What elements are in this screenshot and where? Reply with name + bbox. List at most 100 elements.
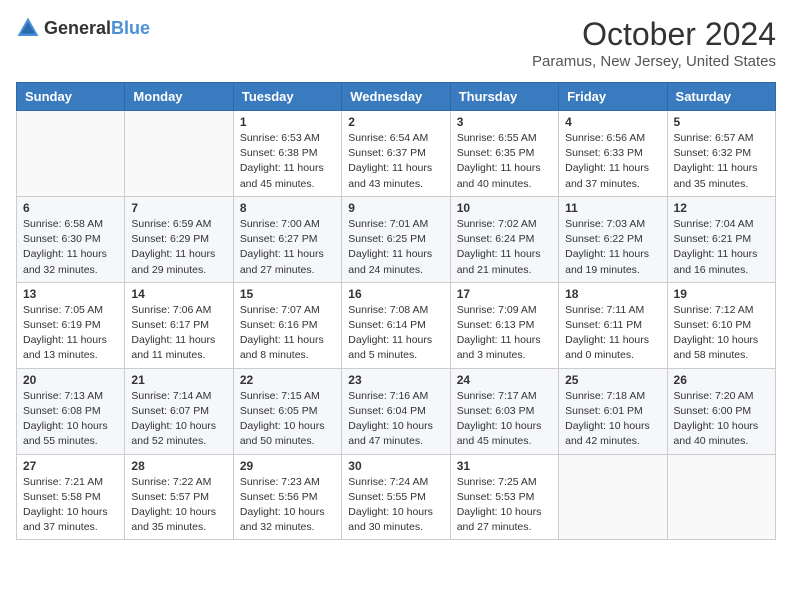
day-number: 28	[131, 459, 226, 473]
day-content: Sunrise: 6:53 AM Sunset: 6:38 PM Dayligh…	[240, 131, 335, 192]
day-number: 11	[565, 201, 660, 215]
day-content: Sunrise: 7:07 AM Sunset: 6:16 PM Dayligh…	[240, 303, 335, 364]
calendar-cell: 14Sunrise: 7:06 AM Sunset: 6:17 PM Dayli…	[125, 282, 233, 368]
day-content: Sunrise: 7:05 AM Sunset: 6:19 PM Dayligh…	[23, 303, 118, 364]
calendar-cell: 22 Sunrise: 7:15 AM Sunset: 6:05 PM Dayli…	[233, 368, 341, 454]
day-number: 18	[565, 287, 660, 301]
day-number: 9	[348, 201, 443, 215]
day-content: Sunrise: 7:17 AM Sunset: 6:03 PM Dayligh…	[457, 389, 552, 450]
calendar-cell: 21 Sunrise: 7:14 AM Sunset: 6:07 PM Dayli…	[125, 368, 233, 454]
logo-icon	[16, 16, 40, 40]
weekday-header-tuesday: Tuesday	[233, 83, 341, 111]
day-number: 23	[348, 373, 443, 387]
day-number: 14	[131, 287, 226, 301]
calendar-cell: 15 Sunrise: 7:07 AM Sunset: 6:16 PM Dayli…	[233, 282, 341, 368]
calendar-cell: 20 Sunrise: 7:13 AM Sunset: 6:08 PM Dayli…	[17, 368, 125, 454]
day-number: 1	[240, 115, 335, 129]
day-number: 12	[674, 201, 769, 215]
calendar-cell: 19Sunrise: 7:12 AM Sunset: 6:10 PM Dayli…	[667, 282, 775, 368]
day-content: Sunrise: 6:57 AM Sunset: 6:32 PM Dayligh…	[674, 131, 769, 192]
title-block: October 2024 Paramus, New Jersey, United…	[532, 16, 776, 70]
day-number: 27	[23, 459, 118, 473]
day-content: Sunrise: 6:59 AM Sunset: 6:29 PM Dayligh…	[131, 217, 226, 278]
day-content: Sunrise: 7:15 AM Sunset: 6:05 PM Dayligh…	[240, 389, 335, 450]
day-content: Sunrise: 7:25 AM Sunset: 5:53 PM Dayligh…	[457, 475, 552, 536]
calendar-cell: 3 Sunrise: 6:55 AM Sunset: 6:35 PM Daylig…	[450, 111, 558, 197]
calendar-cell: 8Sunrise: 7:00 AM Sunset: 6:27 PM Daylig…	[233, 196, 341, 282]
day-number: 30	[348, 459, 443, 473]
calendar-cell: 12Sunrise: 7:04 AM Sunset: 6:21 PM Dayli…	[667, 196, 775, 282]
weekday-header-wednesday: Wednesday	[342, 83, 450, 111]
day-content: Sunrise: 6:54 AM Sunset: 6:37 PM Dayligh…	[348, 131, 443, 192]
month-title: October 2024	[532, 16, 776, 53]
calendar-cell: 5 Sunrise: 6:57 AM Sunset: 6:32 PM Daylig…	[667, 111, 775, 197]
day-content: Sunrise: 6:55 AM Sunset: 6:35 PM Dayligh…	[457, 131, 552, 192]
calendar-cell: 27 Sunrise: 7:21 AM Sunset: 5:58 PM Dayli…	[17, 454, 125, 540]
calendar-cell: 26 Sunrise: 7:20 AM Sunset: 6:00 PM Dayli…	[667, 368, 775, 454]
calendar-cell: 16Sunrise: 7:08 AM Sunset: 6:14 PM Dayli…	[342, 282, 450, 368]
calendar-cell	[559, 454, 667, 540]
calendar-cell: 18 Sunrise: 7:11 AM Sunset: 6:11 PM Dayli…	[559, 282, 667, 368]
day-number: 13	[23, 287, 118, 301]
calendar-cell: 9 Sunrise: 7:01 AM Sunset: 6:25 PM Daylig…	[342, 196, 450, 282]
calendar-cell: 6 Sunrise: 6:58 AM Sunset: 6:30 PM Daylig…	[17, 196, 125, 282]
calendar-cell	[17, 111, 125, 197]
day-content: Sunrise: 7:24 AM Sunset: 5:55 PM Dayligh…	[348, 475, 443, 536]
day-content: Sunrise: 6:58 AM Sunset: 6:30 PM Dayligh…	[23, 217, 118, 278]
calendar-cell: 17 Sunrise: 7:09 AM Sunset: 6:13 PM Dayli…	[450, 282, 558, 368]
day-number: 10	[457, 201, 552, 215]
day-content: Sunrise: 7:22 AM Sunset: 5:57 PM Dayligh…	[131, 475, 226, 536]
day-number: 6	[23, 201, 118, 215]
weekday-header-row: SundayMondayTuesdayWednesdayThursdayFrid…	[17, 83, 776, 111]
day-content: Sunrise: 7:20 AM Sunset: 6:00 PM Dayligh…	[674, 389, 769, 450]
logo-general: General	[44, 18, 111, 38]
day-number: 15	[240, 287, 335, 301]
day-number: 29	[240, 459, 335, 473]
day-number: 20	[23, 373, 118, 387]
calendar-cell: 10 Sunrise: 7:02 AM Sunset: 6:24 PM Dayli…	[450, 196, 558, 282]
day-number: 5	[674, 115, 769, 129]
day-content: Sunrise: 7:23 AM Sunset: 5:56 PM Dayligh…	[240, 475, 335, 536]
calendar-cell: 28 Sunrise: 7:22 AM Sunset: 5:57 PM Dayli…	[125, 454, 233, 540]
day-content: Sunrise: 7:18 AM Sunset: 6:01 PM Dayligh…	[565, 389, 660, 450]
calendar-week-1: 1 Sunrise: 6:53 AM Sunset: 6:38 PM Daylig…	[17, 111, 776, 197]
calendar-cell: 13 Sunrise: 7:05 AM Sunset: 6:19 PM Dayli…	[17, 282, 125, 368]
day-content: Sunrise: 7:11 AM Sunset: 6:11 PM Dayligh…	[565, 303, 660, 364]
day-content: Sunrise: 7:21 AM Sunset: 5:58 PM Dayligh…	[23, 475, 118, 536]
day-content: Sunrise: 7:12 AM Sunset: 6:10 PM Dayligh…	[674, 303, 769, 364]
day-number: 21	[131, 373, 226, 387]
calendar-week-3: 13 Sunrise: 7:05 AM Sunset: 6:19 PM Dayli…	[17, 282, 776, 368]
day-number: 17	[457, 287, 552, 301]
day-number: 26	[674, 373, 769, 387]
calendar-cell: 25Sunrise: 7:18 AM Sunset: 6:01 PM Dayli…	[559, 368, 667, 454]
day-number: 24	[457, 373, 552, 387]
day-content: Sunrise: 7:00 AM Sunset: 6:27 PM Dayligh…	[240, 217, 335, 278]
day-content: Sunrise: 7:16 AM Sunset: 6:04 PM Dayligh…	[348, 389, 443, 450]
day-number: 7	[131, 201, 226, 215]
calendar-cell: 7 Sunrise: 6:59 AM Sunset: 6:29 PM Daylig…	[125, 196, 233, 282]
calendar-week-2: 6 Sunrise: 6:58 AM Sunset: 6:30 PM Daylig…	[17, 196, 776, 282]
day-content: Sunrise: 7:13 AM Sunset: 6:08 PM Dayligh…	[23, 389, 118, 450]
location: Paramus, New Jersey, United States	[532, 53, 776, 70]
day-content: Sunrise: 7:14 AM Sunset: 6:07 PM Dayligh…	[131, 389, 226, 450]
day-content: Sunrise: 7:08 AM Sunset: 6:14 PM Dayligh…	[348, 303, 443, 364]
calendar-cell: 23 Sunrise: 7:16 AM Sunset: 6:04 PM Dayli…	[342, 368, 450, 454]
header: GeneralBlue October 2024 Paramus, New Je…	[16, 16, 776, 70]
day-number: 3	[457, 115, 552, 129]
logo: GeneralBlue	[16, 16, 150, 40]
weekday-header-saturday: Saturday	[667, 83, 775, 111]
calendar-week-5: 27 Sunrise: 7:21 AM Sunset: 5:58 PM Dayli…	[17, 454, 776, 540]
day-number: 22	[240, 373, 335, 387]
calendar: SundayMondayTuesdayWednesdayThursdayFrid…	[16, 82, 776, 540]
logo-blue: Blue	[111, 18, 150, 38]
day-content: Sunrise: 7:02 AM Sunset: 6:24 PM Dayligh…	[457, 217, 552, 278]
calendar-cell: 2 Sunrise: 6:54 AM Sunset: 6:37 PM Daylig…	[342, 111, 450, 197]
calendar-cell: 31Sunrise: 7:25 AM Sunset: 5:53 PM Dayli…	[450, 454, 558, 540]
day-content: Sunrise: 7:01 AM Sunset: 6:25 PM Dayligh…	[348, 217, 443, 278]
day-number: 2	[348, 115, 443, 129]
calendar-cell: 4Sunrise: 6:56 AM Sunset: 6:33 PM Daylig…	[559, 111, 667, 197]
day-content: Sunrise: 7:03 AM Sunset: 6:22 PM Dayligh…	[565, 217, 660, 278]
calendar-cell: 24 Sunrise: 7:17 AM Sunset: 6:03 PM Dayli…	[450, 368, 558, 454]
day-content: Sunrise: 7:09 AM Sunset: 6:13 PM Dayligh…	[457, 303, 552, 364]
weekday-header-sunday: Sunday	[17, 83, 125, 111]
